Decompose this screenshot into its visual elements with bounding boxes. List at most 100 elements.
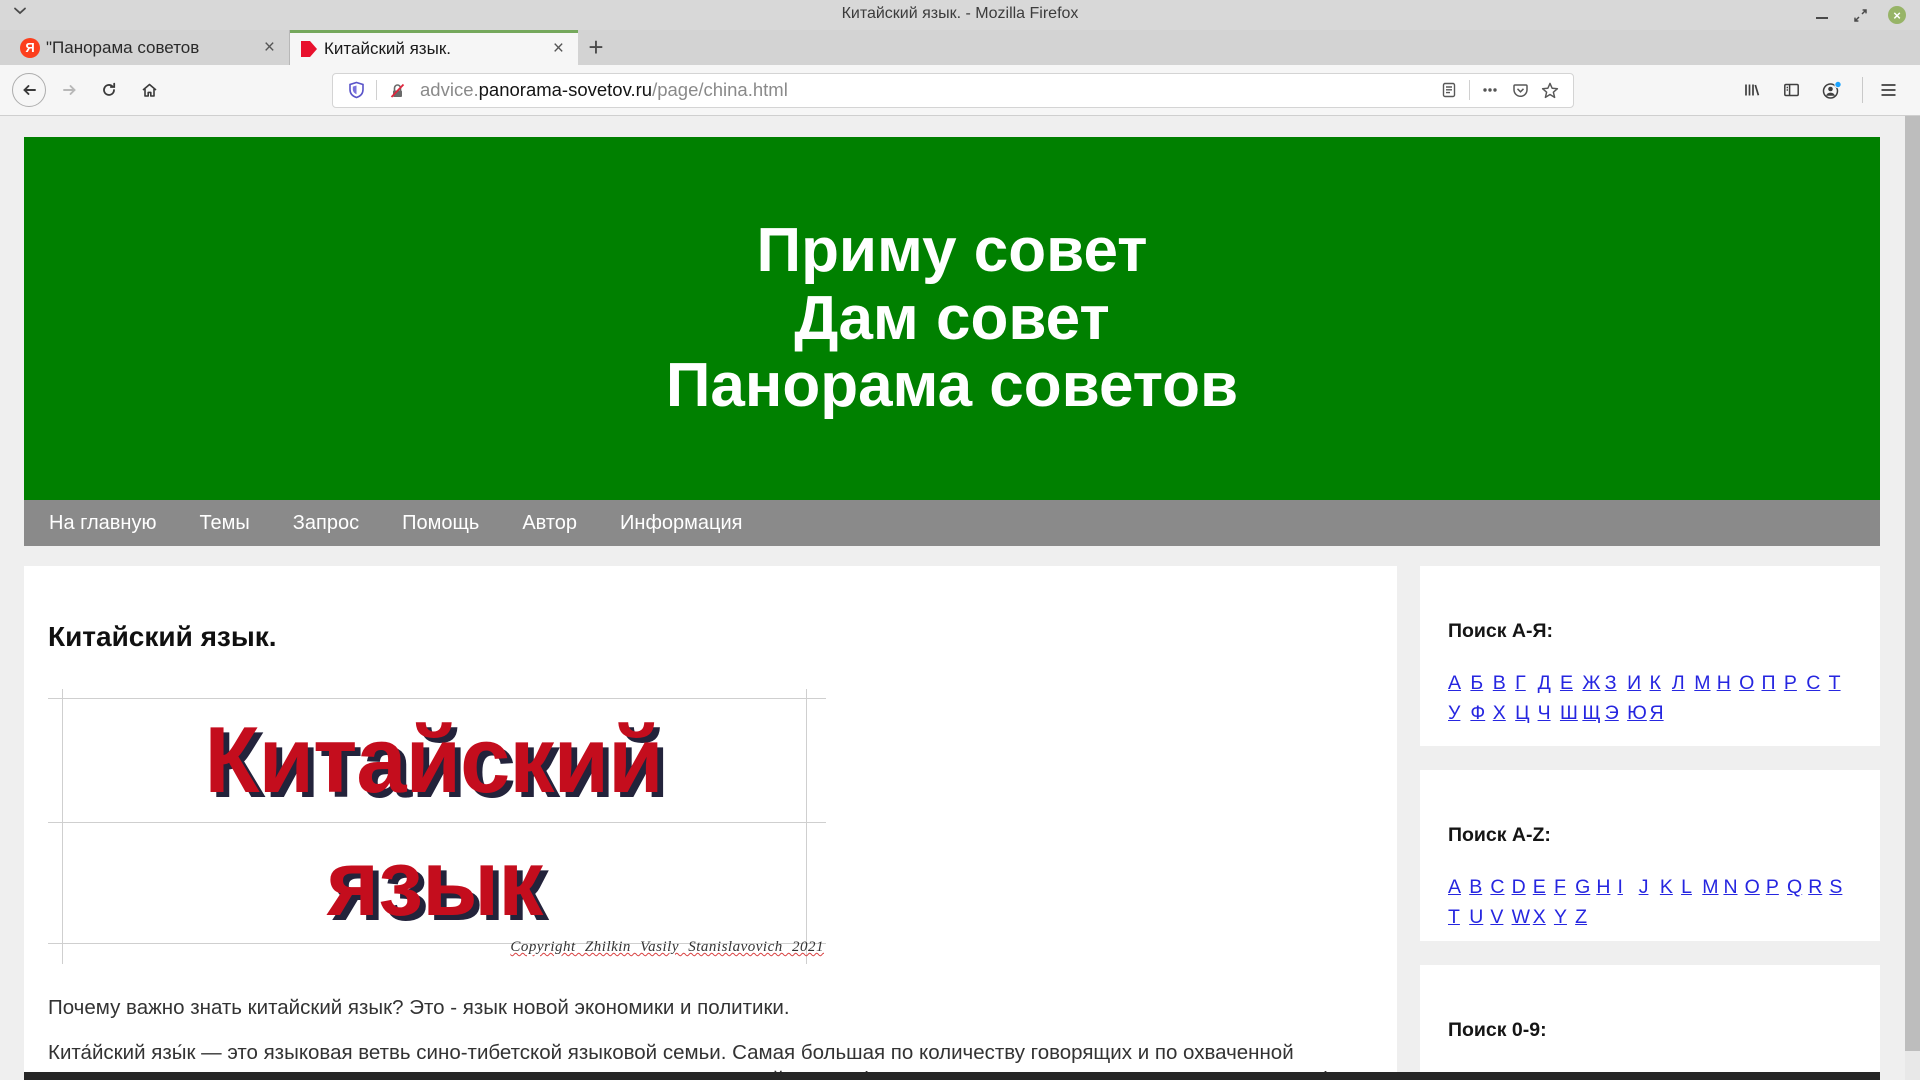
page-viewport: Приму совет Дам совет Панорама советов Н… bbox=[0, 116, 1920, 1080]
alphabet-link[interactable]: Д bbox=[1538, 669, 1560, 698]
nav-menu-item[interactable]: На главную bbox=[49, 512, 156, 535]
alphabet-link[interactable]: N bbox=[1723, 873, 1744, 902]
alphabet-link[interactable]: V bbox=[1490, 903, 1511, 932]
alphabet-link[interactable]: Э bbox=[1605, 699, 1627, 728]
alphabet-link[interactable]: W bbox=[1512, 903, 1533, 932]
alphabet-link[interactable]: P bbox=[1766, 873, 1787, 902]
window-controls: × bbox=[1812, 0, 1906, 30]
nav-menu-item[interactable]: Темы bbox=[199, 512, 249, 535]
alphabet-link[interactable]: J bbox=[1639, 873, 1660, 902]
page-actions-dots-icon[interactable] bbox=[1475, 76, 1505, 104]
alphabet-link[interactable]: М bbox=[1694, 669, 1716, 698]
alphabet-link[interactable]: Щ bbox=[1582, 699, 1604, 728]
hamburger-menu-icon[interactable] bbox=[1871, 73, 1905, 107]
alphabet-link[interactable]: G bbox=[1575, 873, 1596, 902]
restore-button[interactable] bbox=[1850, 5, 1870, 25]
alphabet-link[interactable]: F bbox=[1554, 873, 1575, 902]
alphabet-link[interactable]: О bbox=[1739, 669, 1761, 698]
tab-panorama-sovetov[interactable]: Я "Панорама советов × bbox=[10, 30, 290, 65]
alphabet-link[interactable]: Е bbox=[1560, 669, 1582, 698]
forward-button[interactable] bbox=[52, 73, 86, 107]
sidebar: Поиск А-Я: АБВГДЕЖЗИКЛМНОПРСТУФХЦЧШЩЭЮЯ … bbox=[1420, 566, 1880, 1080]
pocket-icon[interactable] bbox=[1505, 76, 1535, 104]
alphabet-link[interactable]: L bbox=[1681, 873, 1702, 902]
account-icon[interactable] bbox=[1814, 73, 1848, 107]
alphabet-link[interactable]: Ю bbox=[1627, 699, 1649, 728]
bookmark-star-icon[interactable] bbox=[1535, 76, 1565, 104]
page-scrollbar-thumb[interactable] bbox=[1905, 116, 1920, 1051]
alphabet-link[interactable]: E bbox=[1533, 873, 1554, 902]
tab-chinese-language[interactable]: Китайский язык. × bbox=[290, 30, 578, 65]
alphabet-link[interactable]: R bbox=[1808, 873, 1829, 902]
hero-image-copyright: Copyright Zhilkin Vasily Stanislavovich … bbox=[510, 939, 824, 956]
tab-close-icon[interactable]: × bbox=[260, 37, 279, 59]
reader-view-icon[interactable] bbox=[1434, 76, 1464, 104]
alphabet-link[interactable]: Ц bbox=[1515, 699, 1537, 728]
sidebar-card-search-digits: Поиск 0-9: 0123456789 bbox=[1420, 965, 1880, 1080]
minimize-button[interactable] bbox=[1812, 5, 1832, 25]
alphabet-link[interactable]: S bbox=[1829, 873, 1850, 902]
alphabet-link[interactable]: D bbox=[1512, 873, 1533, 902]
alphabet-link[interactable]: I bbox=[1618, 873, 1639, 902]
alphabet-link[interactable]: Х bbox=[1493, 699, 1515, 728]
tab-title: Китайский язык. bbox=[324, 39, 543, 59]
alphabet-links-latin: ABCDEFGHIJKLMNOPQRS TUVWXYZ bbox=[1448, 873, 1852, 933]
alphabet-link[interactable]: Б bbox=[1470, 669, 1492, 698]
alphabet-link[interactable]: Ф bbox=[1470, 699, 1492, 728]
alphabet-link[interactable]: M bbox=[1702, 873, 1723, 902]
alphabet-link[interactable]: Y bbox=[1554, 903, 1575, 932]
sidebar-toggle-icon[interactable] bbox=[1774, 73, 1808, 107]
alphabet-link[interactable]: Г bbox=[1515, 669, 1537, 698]
insecure-lock-icon[interactable] bbox=[382, 76, 412, 104]
alphabet-link[interactable]: T bbox=[1448, 903, 1469, 932]
alphabet-link[interactable]: O bbox=[1745, 873, 1766, 902]
tab-title-fade bbox=[227, 30, 261, 65]
alphabet-link[interactable]: П bbox=[1761, 669, 1783, 698]
url-bar[interactable]: advice.panorama-sovetov.ru/page/china.ht… bbox=[332, 73, 1574, 108]
new-tab-button[interactable]: + bbox=[578, 30, 614, 65]
alphabet-link[interactable]: К bbox=[1650, 669, 1672, 698]
alphabet-link[interactable]: Q bbox=[1787, 873, 1808, 902]
nav-menu-item[interactable]: Запрос bbox=[293, 512, 359, 535]
article-hero-image: Китайский язык Copyright Zhilkin Vasily … bbox=[48, 689, 826, 964]
library-icon[interactable] bbox=[1734, 73, 1768, 107]
alphabet-link[interactable]: Р bbox=[1784, 669, 1806, 698]
tab-close-icon[interactable]: × bbox=[549, 38, 568, 60]
toolbar-right-cluster bbox=[1734, 73, 1911, 107]
alphabet-link[interactable]: Z bbox=[1575, 903, 1596, 932]
alphabet-link[interactable]: U bbox=[1469, 903, 1490, 932]
alphabet-link[interactable]: В bbox=[1493, 669, 1515, 698]
alphabet-link[interactable]: B bbox=[1469, 873, 1490, 902]
page-scrollbar-track[interactable] bbox=[1905, 116, 1920, 1080]
alphabet-link[interactable]: C bbox=[1490, 873, 1511, 902]
alphabet-link[interactable]: Т bbox=[1829, 669, 1851, 698]
alphabet-link[interactable]: Л bbox=[1672, 669, 1694, 698]
back-button[interactable] bbox=[12, 73, 46, 107]
alphabet-link[interactable]: Я bbox=[1650, 699, 1672, 728]
image-gridline bbox=[806, 689, 807, 964]
alphabet-link[interactable]: K bbox=[1660, 873, 1681, 902]
alphabet-link[interactable]: Ш bbox=[1560, 699, 1582, 728]
nav-menu-item[interactable]: Автор bbox=[522, 512, 577, 535]
sidebar-card-title: Поиск 0-9: bbox=[1448, 1019, 1852, 1042]
alphabet-link[interactable]: H bbox=[1596, 873, 1617, 902]
nav-menu-item[interactable]: Информация bbox=[620, 512, 742, 535]
alphabet-link[interactable]: Н bbox=[1717, 669, 1739, 698]
alphabet-link[interactable]: Ч bbox=[1538, 699, 1560, 728]
alphabet-link[interactable]: У bbox=[1448, 699, 1470, 728]
url-text[interactable]: advice.panorama-sovetov.ru/page/china.ht… bbox=[412, 79, 1434, 101]
alphabet-link[interactable]: X bbox=[1533, 903, 1554, 932]
nav-menu-item[interactable]: Помощь bbox=[402, 512, 479, 535]
reload-button[interactable] bbox=[92, 73, 126, 107]
alphabet-link[interactable]: A bbox=[1448, 873, 1469, 902]
tracking-protection-shield-icon[interactable] bbox=[341, 76, 371, 104]
home-button[interactable] bbox=[132, 73, 166, 107]
alphabet-link[interactable]: Ж bbox=[1582, 669, 1604, 698]
alphabet-link[interactable]: З bbox=[1605, 669, 1627, 698]
alphabet-link[interactable]: И bbox=[1627, 669, 1649, 698]
close-button[interactable]: × bbox=[1888, 6, 1906, 24]
alphabet-link[interactable]: А bbox=[1448, 669, 1470, 698]
sidebar-card-title: Поиск А-Я: bbox=[1448, 620, 1852, 643]
url-domain: panorama-sovetov.ru bbox=[479, 79, 652, 100]
alphabet-link[interactable]: С bbox=[1806, 669, 1828, 698]
